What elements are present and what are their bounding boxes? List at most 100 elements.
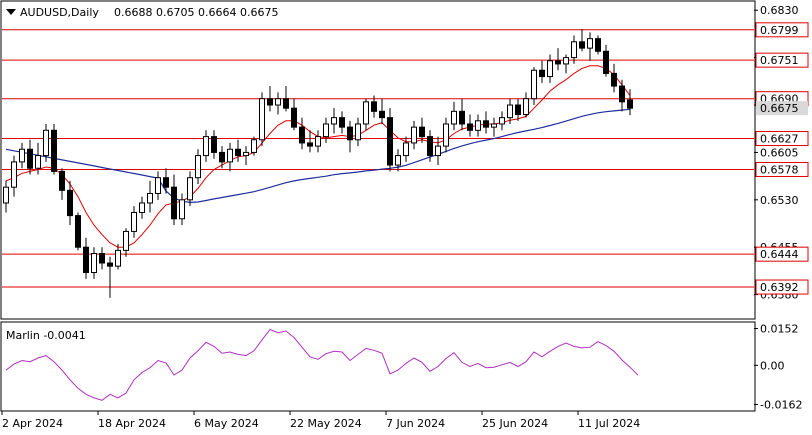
candle-body bbox=[179, 199, 185, 220]
candle-body bbox=[251, 139, 257, 153]
candle-body bbox=[115, 249, 121, 267]
candle-body bbox=[195, 155, 201, 179]
candle-body bbox=[579, 41, 585, 49]
candle-body bbox=[459, 110, 465, 125]
candle-body bbox=[315, 136, 321, 147]
candle-body bbox=[523, 98, 529, 115]
candle-body bbox=[435, 145, 441, 157]
candle-body bbox=[507, 104, 513, 119]
candle-body bbox=[83, 246, 89, 273]
price-tick-label: 0.6530 bbox=[760, 194, 799, 207]
candle-body bbox=[467, 123, 473, 131]
candle-body bbox=[99, 253, 105, 264]
candle-body bbox=[611, 72, 617, 87]
time-tick-label: 2 Apr 2024 bbox=[2, 417, 63, 430]
time-tick-label: 11 Jul 2024 bbox=[578, 417, 640, 430]
level-label: 0.6627 bbox=[760, 133, 799, 146]
candle-body bbox=[43, 129, 49, 157]
chart-background bbox=[0, 0, 812, 435]
candle-body bbox=[547, 60, 553, 78]
candle-body bbox=[267, 98, 273, 106]
price-tick-label: 0.6605 bbox=[760, 146, 799, 159]
candle-body bbox=[363, 101, 369, 125]
candle-body bbox=[555, 60, 561, 65]
candle-body bbox=[147, 192, 153, 204]
candle-body bbox=[347, 126, 353, 141]
candle-body bbox=[419, 126, 425, 138]
indicator-label: Marlin -0.0041 bbox=[6, 329, 86, 342]
candle-body bbox=[587, 38, 593, 49]
candle-body bbox=[299, 126, 305, 144]
candle-body bbox=[211, 136, 217, 153]
candle-body bbox=[131, 211, 137, 232]
osc-tick-label: 0.0152 bbox=[760, 323, 799, 336]
candle-body bbox=[27, 148, 33, 169]
candle-body bbox=[11, 161, 17, 188]
candle-body bbox=[603, 50, 609, 74]
price-tick-label: 0.6830 bbox=[760, 4, 799, 17]
candle-body bbox=[331, 117, 337, 125]
candle-body bbox=[451, 110, 457, 125]
candle-body bbox=[59, 170, 65, 191]
candle-body bbox=[395, 155, 401, 166]
time-tick-label: 25 Jun 2024 bbox=[482, 417, 548, 430]
candle-body bbox=[307, 142, 313, 147]
candle-body bbox=[67, 189, 73, 217]
candle-body bbox=[259, 98, 265, 141]
candle-body bbox=[203, 136, 209, 157]
candle-body bbox=[155, 177, 161, 194]
candle-body bbox=[443, 123, 449, 147]
candle-body bbox=[515, 104, 521, 115]
candle-body bbox=[411, 126, 417, 144]
candle-body bbox=[379, 110, 385, 119]
last-price-tag: 0.6675 bbox=[756, 101, 808, 116]
level-label: 0.6578 bbox=[760, 163, 799, 176]
level-label: 0.6444 bbox=[760, 248, 799, 261]
candle-body bbox=[371, 101, 377, 112]
osc-tick-label: -0.0162 bbox=[760, 398, 802, 411]
candle-body bbox=[171, 186, 177, 220]
time-tick-label: 22 May 2024 bbox=[290, 417, 362, 430]
candle-body bbox=[403, 142, 409, 157]
level-label: 0.6751 bbox=[760, 54, 799, 67]
candle-body bbox=[75, 215, 81, 248]
candle-body bbox=[123, 230, 129, 251]
candle-body bbox=[475, 120, 481, 131]
osc-tick-label: 0.00 bbox=[760, 359, 785, 372]
symbol-label: AUDUSD,Daily bbox=[20, 6, 99, 19]
candle-body bbox=[163, 177, 169, 188]
time-tick-label: 18 Apr 2024 bbox=[98, 417, 166, 430]
candle-body bbox=[563, 57, 569, 65]
candle-body bbox=[3, 186, 9, 204]
candle-body bbox=[227, 148, 233, 163]
candle-body bbox=[627, 99, 633, 109]
candle-body bbox=[595, 38, 601, 52]
candle-body bbox=[219, 151, 225, 163]
ohlc-values: 0.6688 0.6705 0.6664 0.6675 bbox=[114, 6, 278, 19]
candle-body bbox=[19, 148, 25, 163]
candle-body bbox=[291, 107, 297, 128]
candle-body bbox=[427, 136, 433, 157]
candle-body bbox=[187, 177, 193, 201]
candle-body bbox=[571, 41, 577, 59]
candle-body bbox=[283, 98, 289, 109]
candle-body bbox=[483, 120, 489, 128]
time-tick-label: 6 May 2024 bbox=[194, 417, 259, 430]
time-tick-label: 7 Jun 2024 bbox=[386, 417, 445, 430]
candle-body bbox=[107, 262, 113, 267]
candle-body bbox=[387, 117, 393, 166]
candle-body bbox=[355, 123, 361, 141]
candle-body bbox=[243, 151, 249, 157]
candle-body bbox=[499, 117, 505, 125]
audusd-daily-chart: 0.68300.67550.66800.66050.65300.64550.63… bbox=[0, 0, 812, 435]
candle-body bbox=[91, 253, 97, 273]
candle-body bbox=[323, 123, 329, 138]
candle-body bbox=[51, 129, 57, 172]
candle-body bbox=[491, 123, 497, 128]
candle-body bbox=[539, 69, 545, 78]
candle-body bbox=[339, 117, 345, 128]
level-label: 0.6799 bbox=[760, 24, 799, 37]
candle-body bbox=[35, 155, 41, 169]
candle-body bbox=[531, 69, 537, 100]
candle-body bbox=[139, 202, 145, 213]
